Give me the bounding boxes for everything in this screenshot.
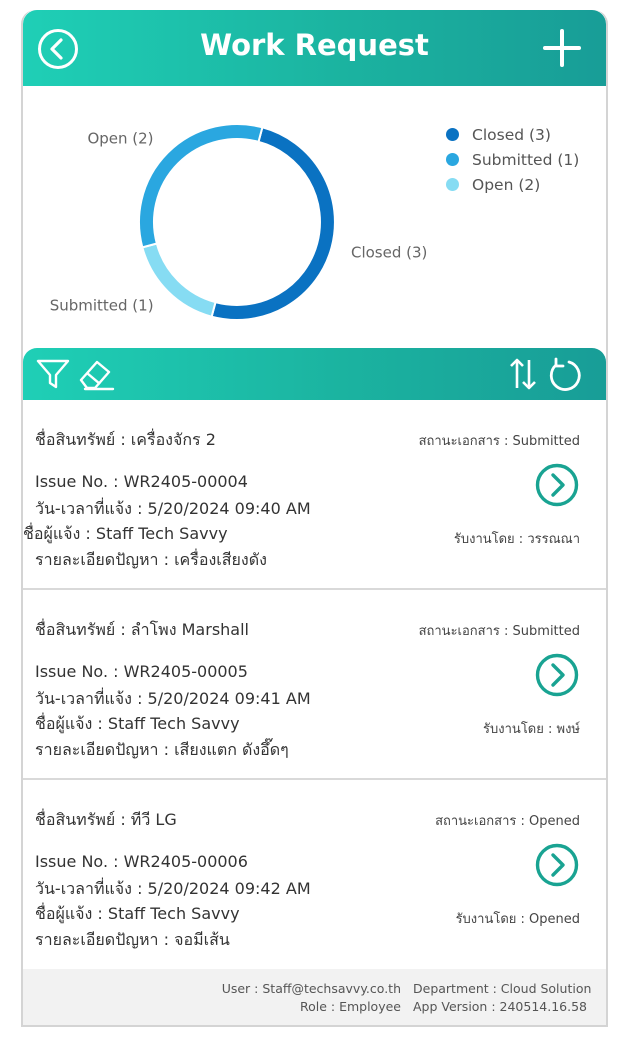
- accepted-by: รับงานโดย : Opened: [455, 912, 580, 927]
- problem-detail: รายละเอียดปัญหา : จอมีเส้น: [35, 930, 230, 949]
- report-datetime: วัน-เวลาที่แจ้ง : 5/20/2024 09:41 AM: [35, 689, 311, 708]
- asset-name: ชื่อสินทรัพย์ : ทีวี LG: [35, 810, 177, 829]
- donut-chart: Closed (3) Submitted (1) Open (2): [50, 123, 427, 321]
- legend-label-open: Open (2): [472, 175, 541, 194]
- footer-user: User : Staff@techsavvy.co.th: [221, 981, 401, 996]
- request-list: ชื่อสินทรัพย์ : เครื่องจักร 2 สถานะเอกสา…: [23, 400, 606, 968]
- reporter-name: ชื่อผู้แจ้ง : Staff Tech Savvy: [23, 524, 228, 543]
- document-status: สถานะเอกสาร : Opened: [435, 814, 580, 829]
- legend-dot-open: [446, 178, 459, 191]
- open-request-icon[interactable]: [534, 462, 580, 508]
- filter-icon[interactable]: [35, 356, 71, 392]
- app-frame: Work Request Closed (3) Submitted (1) Open…: [21, 10, 608, 1027]
- app-header: Work Request: [23, 10, 606, 86]
- eraser-icon[interactable]: [75, 356, 115, 392]
- app-footer: User : Staff@techsavvy.co.th Role : Empl…: [23, 969, 606, 1025]
- legend-dot-submitted: [446, 153, 459, 166]
- add-icon[interactable]: [542, 28, 582, 68]
- slice-label-open: Open (2): [87, 130, 153, 148]
- footer-app-version: App Version : 240514.16.58: [413, 999, 587, 1014]
- donut-slice-closed: [210, 126, 336, 321]
- request-card: ชื่อสินทรัพย์ : เครื่องจักร 2 สถานะเอกสา…: [23, 400, 606, 590]
- chart-legend: Closed (3) Submitted (1) Open (2): [446, 122, 579, 197]
- issue-number: Issue No. : WR2405-00004: [35, 472, 248, 491]
- legend-label-submitted: Submitted (1): [472, 150, 580, 169]
- donut-slice-open: [138, 123, 264, 249]
- accepted-by: รับงานโดย : วรรณณา: [453, 532, 580, 547]
- open-request-icon[interactable]: [534, 652, 580, 698]
- document-status: สถานะเอกสาร : Submitted: [418, 434, 580, 449]
- asset-name: ชื่อสินทรัพย์ : เครื่องจักร 2: [35, 430, 216, 449]
- footer-role: Role : Employee: [299, 999, 401, 1014]
- request-card: ชื่อสินทรัพย์ : ลำโพง Marshall สถานะเอกส…: [23, 590, 606, 780]
- footer-department: Department : Cloud Solution: [413, 981, 592, 996]
- legend-label-closed: Closed (3): [472, 125, 551, 144]
- open-request-icon[interactable]: [534, 842, 580, 888]
- legend-item-submitted: Submitted (1): [446, 147, 579, 172]
- slice-label-submitted: Submitted (1): [50, 296, 154, 314]
- document-status: สถานะเอกสาร : Submitted: [418, 624, 580, 639]
- request-card: ชื่อสินทรัพย์ : ทีวี LG สถานะเอกสาร : Op…: [23, 780, 606, 968]
- report-datetime: วัน-เวลาที่แจ้ง : 5/20/2024 09:40 AM: [35, 499, 311, 518]
- list-toolbar: [23, 348, 606, 400]
- issue-number: Issue No. : WR2405-00006: [35, 852, 248, 871]
- refresh-icon[interactable]: [547, 356, 583, 392]
- problem-detail: รายละเอียดปัญหา : เครื่องเสียงดัง: [35, 550, 267, 569]
- accepted-by: รับงานโดย : พงษ์: [483, 722, 580, 737]
- legend-item-open: Open (2): [446, 172, 579, 197]
- problem-detail: รายละเอียดปัญหา : เสียงแตก ดังอึ๊ดๆ: [35, 740, 289, 759]
- asset-name: ชื่อสินทรัพย์ : ลำโพง Marshall: [35, 620, 249, 639]
- reporter-name: ชื่อผู้แจ้ง : Staff Tech Savvy: [35, 714, 240, 733]
- status-chart: Closed (3) Submitted (1) Open (2) Closed (…: [23, 86, 606, 348]
- sort-icon[interactable]: [505, 356, 541, 392]
- legend-dot-closed: [446, 128, 459, 141]
- report-datetime: วัน-เวลาที่แจ้ง : 5/20/2024 09:42 AM: [35, 879, 311, 898]
- slice-label-closed: Closed (3): [351, 244, 427, 262]
- legend-item-closed: Closed (3): [446, 122, 579, 147]
- issue-number: Issue No. : WR2405-00005: [35, 662, 248, 681]
- reporter-name: ชื่อผู้แจ้ง : Staff Tech Savvy: [35, 904, 240, 923]
- page-title: Work Request: [200, 28, 429, 62]
